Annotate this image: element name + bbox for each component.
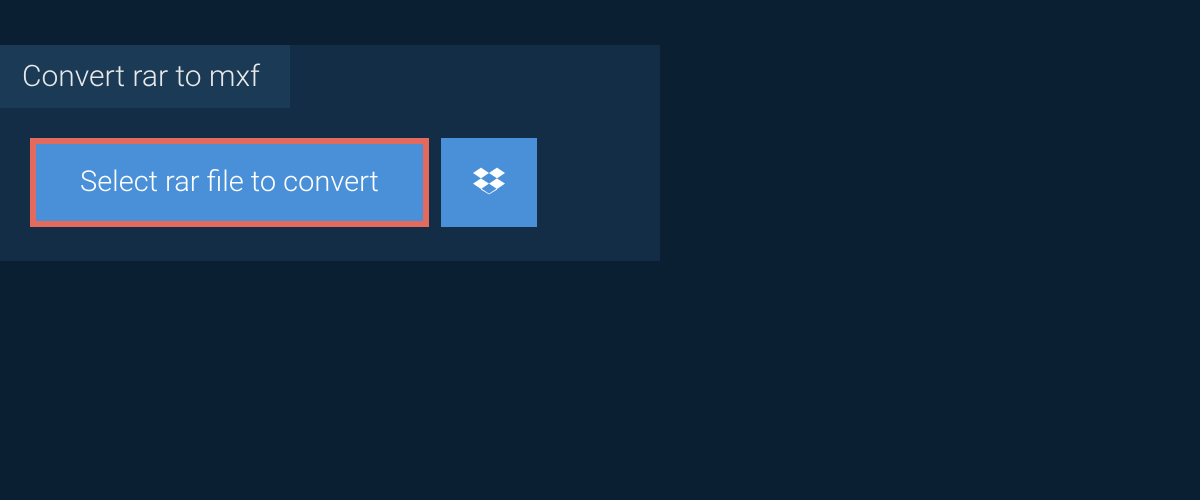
dropbox-icon xyxy=(473,165,505,201)
tab-convert[interactable]: Convert rar to mxf xyxy=(0,45,290,108)
tab-title: Convert rar to mxf xyxy=(22,59,260,94)
action-row: Select rar file to convert xyxy=(0,108,660,261)
dropbox-button[interactable] xyxy=(441,138,537,227)
select-file-button[interactable]: Select rar file to convert xyxy=(30,138,429,227)
select-file-label: Select rar file to convert xyxy=(80,168,379,197)
converter-panel: Convert rar to mxf Select rar file to co… xyxy=(0,45,660,261)
